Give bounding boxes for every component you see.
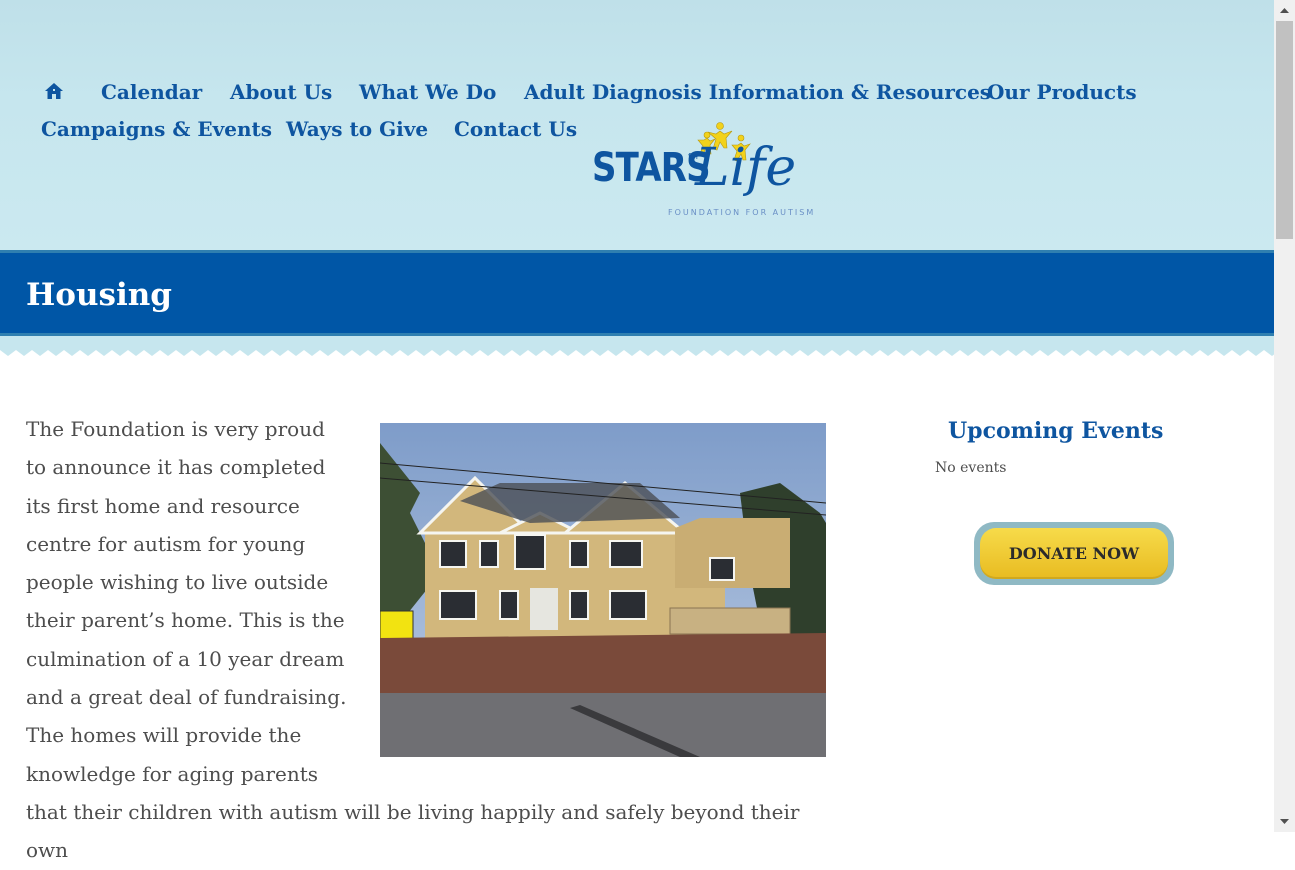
nav-about-us[interactable]: About Us [230,80,332,104]
no-events-text: No events [935,460,1007,476]
scroll-down-arrow-icon[interactable] [1274,811,1295,832]
logo-life: Life [695,138,797,198]
nav-our-products[interactable]: Our Products [987,80,1137,104]
scroll-up-arrow-icon[interactable] [1274,0,1295,21]
nav-adult-diagnosis[interactable]: Adult Diagnosis Information & Resources [524,80,991,104]
site-header: Calendar About Us What We Do Adult Diagn… [0,0,1274,250]
scroll-thumb[interactable] [1276,21,1293,239]
page-title: Housing [26,277,172,313]
nav-what-we-do[interactable]: What We Do [359,80,496,104]
house-photo [380,423,826,757]
donate-now-button[interactable]: DONATE NOW [980,528,1168,579]
nav-campaigns-events[interactable]: Campaigns & Events [41,117,272,141]
nav-ways-to-give[interactable]: Ways to Give [286,117,428,141]
zigzag-divider [0,336,1274,364]
page-title-bar: Housing [0,250,1274,336]
vertical-scrollbar[interactable] [1274,0,1295,832]
home-icon[interactable] [44,82,64,100]
nav-calendar[interactable]: Calendar [101,80,202,104]
site-logo[interactable]: STARS for Life FOUNDATION FOR AUTISM [590,118,822,224]
logo-tagline: FOUNDATION FOR AUTISM [668,208,816,217]
nav-contact-us[interactable]: Contact Us [454,117,577,141]
donate-button-frame: DONATE NOW [974,522,1174,585]
upcoming-events-title: Upcoming Events [948,418,1164,444]
